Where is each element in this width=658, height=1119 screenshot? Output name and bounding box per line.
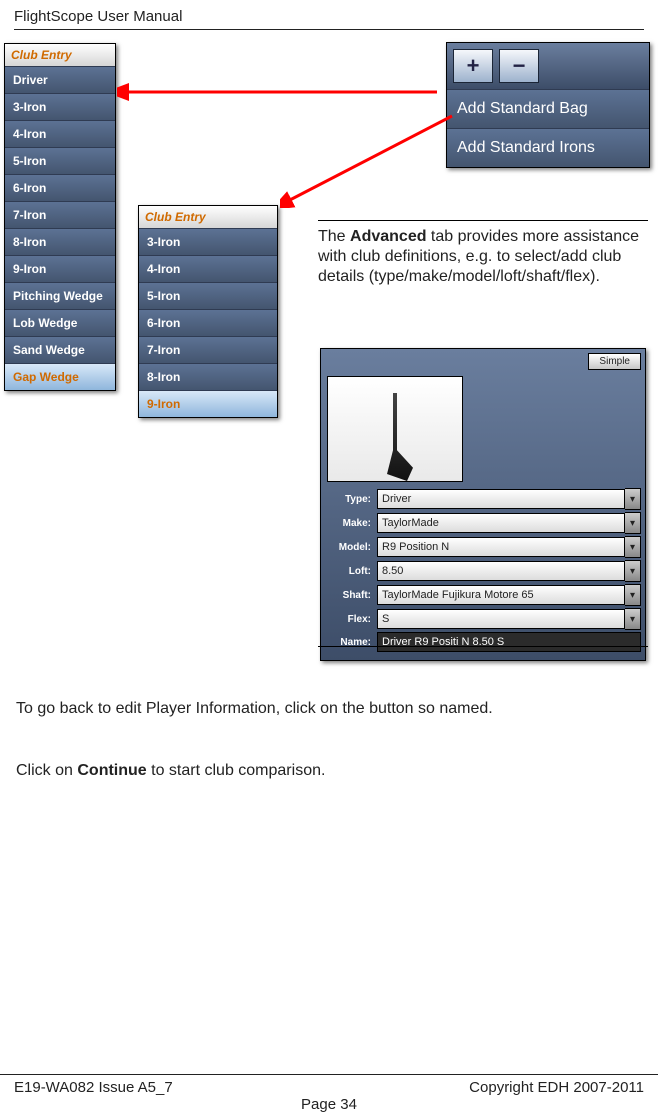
footer-page: Page 34: [14, 1096, 644, 1113]
type-dropdown-icon[interactable]: ▾: [625, 488, 641, 510]
club-item[interactable]: Gap Wedge: [5, 363, 115, 390]
club-item[interactable]: 5-Iron: [139, 282, 277, 309]
field-row-name: Name: Driver R9 Positi N 8.50 S: [325, 632, 641, 652]
arrow-red-top: [117, 78, 443, 108]
footer-left: E19-WA082 Issue A5_7: [14, 1079, 173, 1096]
simple-mode-button[interactable]: Simple: [588, 353, 641, 370]
make-dropdown-icon[interactable]: ▾: [625, 512, 641, 534]
club-item[interactable]: Lob Wedge: [5, 309, 115, 336]
field-row-model: Model: R9 Position N ▾: [325, 536, 641, 558]
add-standard-bag-option[interactable]: Add Standard Bag: [447, 89, 649, 128]
page-footer: E19-WA082 Issue A5_7 Copyright EDH 2007-…: [0, 1074, 658, 1113]
arrow-red-diag: [280, 112, 460, 208]
flex-dropdown-icon[interactable]: ▾: [625, 608, 641, 630]
field-row-loft: Loft: 8.50 ▾: [325, 560, 641, 582]
footer-right: Copyright EDH 2007-2011: [469, 1079, 644, 1096]
club-item[interactable]: Driver: [5, 66, 115, 93]
club-item[interactable]: Pitching Wedge: [5, 282, 115, 309]
club-item[interactable]: 5-Iron: [5, 147, 115, 174]
flex-label: Flex:: [325, 614, 377, 625]
field-row-make: Make: TaylorMade ▾: [325, 512, 641, 534]
club-item[interactable]: 4-Iron: [139, 255, 277, 282]
club-item[interactable]: 6-Iron: [5, 174, 115, 201]
club-entry-title: Club Entry: [11, 48, 72, 62]
club-entry-header: Club Entry: [5, 44, 115, 66]
field-row-flex: Flex: S ▾: [325, 608, 641, 630]
club-item[interactable]: 7-Iron: [5, 201, 115, 228]
club-entry-title: Club Entry: [145, 210, 206, 224]
advanced-panel: Simple Type: Driver ▾ Make: TaylorMade ▾…: [320, 348, 646, 661]
body2-post: to start club comparison.: [147, 762, 326, 779]
advanced-description: The Advanced tab provides more assistanc…: [318, 220, 648, 287]
loft-label: Loft:: [325, 566, 377, 577]
club-item[interactable]: 8-Iron: [139, 363, 277, 390]
loft-dropdown-icon[interactable]: ▾: [625, 560, 641, 582]
make-value[interactable]: TaylorMade: [377, 513, 625, 533]
minus-icon[interactable]: −: [499, 49, 539, 83]
club-item[interactable]: 9-Iron: [5, 255, 115, 282]
advanced-fields: Type: Driver ▾ Make: TaylorMade ▾ Model:…: [321, 488, 645, 660]
club-entry-list-full: Club Entry Driver3-Iron4-Iron5-Iron6-Iro…: [4, 43, 116, 391]
shaft-label: Shaft:: [325, 590, 377, 601]
shaft-value[interactable]: TaylorMade Fujikura Motore 65: [377, 585, 625, 605]
model-value[interactable]: R9 Position N: [377, 537, 625, 557]
running-head: FlightScope User Manual: [14, 8, 644, 25]
body2-pre: Click on: [16, 762, 77, 779]
model-label: Model:: [325, 542, 377, 553]
add-remove-row: + −: [447, 43, 649, 89]
adv-text-bold: Advanced: [350, 228, 426, 245]
body-text-1: To go back to edit Player Information, c…: [16, 698, 636, 720]
club-item[interactable]: Sand Wedge: [5, 336, 115, 363]
name-value[interactable]: Driver R9 Positi N 8.50 S: [377, 632, 641, 652]
plus-icon[interactable]: +: [453, 49, 493, 83]
shaft-dropdown-icon[interactable]: ▾: [625, 584, 641, 606]
club-entry-header: Club Entry: [139, 206, 277, 228]
make-label: Make:: [325, 518, 377, 529]
club-item[interactable]: 4-Iron: [5, 120, 115, 147]
add-standard-irons-option[interactable]: Add Standard Irons: [447, 128, 649, 167]
body2-bold: Continue: [77, 762, 146, 779]
club-item[interactable]: 9-Iron: [139, 390, 277, 417]
club-item[interactable]: 7-Iron: [139, 336, 277, 363]
adv-bottom-rule: [318, 646, 648, 647]
club-entry-list-irons: Club Entry 3-Iron4-Iron5-Iron6-Iron7-Iro…: [138, 205, 278, 418]
type-label: Type:: [325, 494, 377, 505]
club-item[interactable]: 3-Iron: [5, 93, 115, 120]
mode-row: Simple: [321, 349, 645, 372]
body-text-2: Click on Continue to start club comparis…: [16, 760, 636, 782]
field-row-type: Type: Driver ▾: [325, 488, 641, 510]
driver-icon: [375, 393, 415, 481]
flex-value[interactable]: S: [377, 609, 625, 629]
loft-value[interactable]: 8.50: [377, 561, 625, 581]
head-rule: [14, 29, 644, 30]
club-thumbnail: [327, 376, 463, 482]
club-item[interactable]: 8-Iron: [5, 228, 115, 255]
add-club-panel: + − Add Standard Bag Add Standard Irons: [446, 42, 650, 168]
field-row-shaft: Shaft: TaylorMade Fujikura Motore 65 ▾: [325, 584, 641, 606]
model-dropdown-icon[interactable]: ▾: [625, 536, 641, 558]
club-item[interactable]: 6-Iron: [139, 309, 277, 336]
adv-text-pre: The: [318, 228, 350, 245]
club-item[interactable]: 3-Iron: [139, 228, 277, 255]
type-value[interactable]: Driver: [377, 489, 625, 509]
